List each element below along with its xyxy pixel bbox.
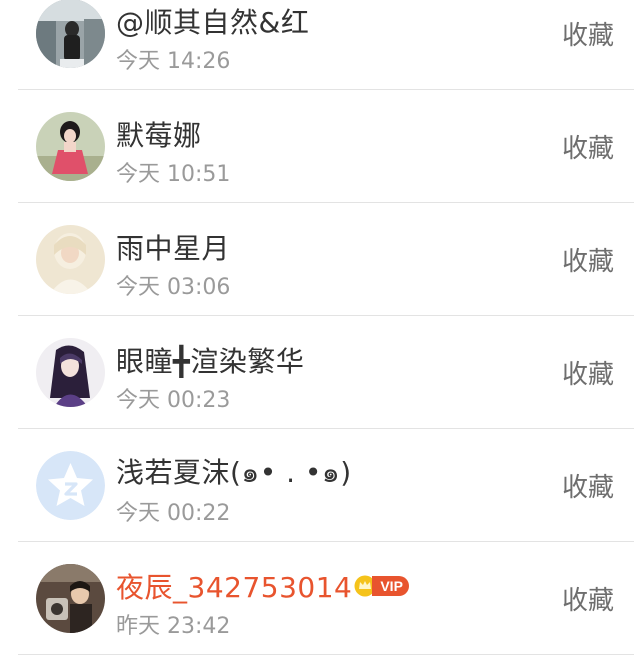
contact-name[interactable]: 雨中星月 bbox=[116, 227, 230, 267]
favorite-button[interactable]: 收藏 bbox=[562, 467, 614, 504]
contact-name[interactable]: @顺其自然&红 bbox=[116, 1, 309, 41]
avatar[interactable] bbox=[36, 225, 105, 294]
name-line: 夜辰_342753014 VIP bbox=[116, 566, 409, 606]
list-item[interactable]: 眼瞳╋渲染繁华 今天 00:23 收藏 bbox=[18, 316, 634, 429]
list-item[interactable]: 浅若夏沫(๑• . •๑) 今天 00:22 收藏 bbox=[18, 429, 634, 542]
timestamp: 今天 00:23 bbox=[116, 388, 231, 413]
timestamp: 今天 10:51 bbox=[116, 162, 231, 187]
avatar[interactable] bbox=[36, 0, 105, 68]
favorite-button[interactable]: 收藏 bbox=[562, 241, 614, 278]
contact-name[interactable]: 默莓娜 bbox=[116, 114, 202, 154]
message-list: @顺其自然&红 今天 14:26 收藏 默莓娜 今天 10:51 收藏 雨中星月… bbox=[0, 0, 640, 655]
vip-badge: VIP bbox=[372, 576, 409, 596]
avatar[interactable] bbox=[36, 564, 105, 633]
name-line: 默莓娜 bbox=[116, 114, 202, 154]
avatar[interactable] bbox=[36, 338, 105, 407]
list-item[interactable]: @顺其自然&红 今天 14:26 收藏 bbox=[18, 0, 634, 90]
list-item[interactable]: 默莓娜 今天 10:51 收藏 bbox=[18, 90, 634, 203]
avatar[interactable] bbox=[36, 112, 105, 181]
favorite-button[interactable]: 收藏 bbox=[562, 580, 614, 617]
contact-name[interactable]: 夜辰_342753014 bbox=[116, 566, 352, 606]
contact-name[interactable]: 眼瞳╋渲染繁华 bbox=[116, 340, 304, 380]
favorite-button[interactable]: 收藏 bbox=[562, 354, 614, 391]
timestamp: 今天 14:26 bbox=[116, 49, 231, 74]
timestamp: 昨天 23:42 bbox=[116, 614, 231, 639]
timestamp: 今天 00:22 bbox=[116, 501, 231, 526]
timestamp: 今天 03:06 bbox=[116, 275, 231, 300]
name-line: 浅若夏沫(๑• . •๑) bbox=[116, 456, 352, 490]
favorite-button[interactable]: 收藏 bbox=[562, 15, 614, 52]
list-item[interactable]: 夜辰_342753014 VIP 昨天 23:42 收藏 bbox=[18, 542, 634, 655]
name-line: 雨中星月 bbox=[116, 227, 230, 267]
list-item[interactable]: 雨中星月 今天 03:06 收藏 bbox=[18, 203, 634, 316]
name-line: @顺其自然&红 bbox=[116, 1, 309, 41]
name-line: 眼瞳╋渲染繁华 bbox=[116, 340, 304, 380]
qzone-star-avatar[interactable] bbox=[36, 451, 105, 520]
contact-name[interactable]: 浅若夏沫(๑• . •๑) bbox=[116, 451, 352, 495]
favorite-button[interactable]: 收藏 bbox=[562, 128, 614, 165]
